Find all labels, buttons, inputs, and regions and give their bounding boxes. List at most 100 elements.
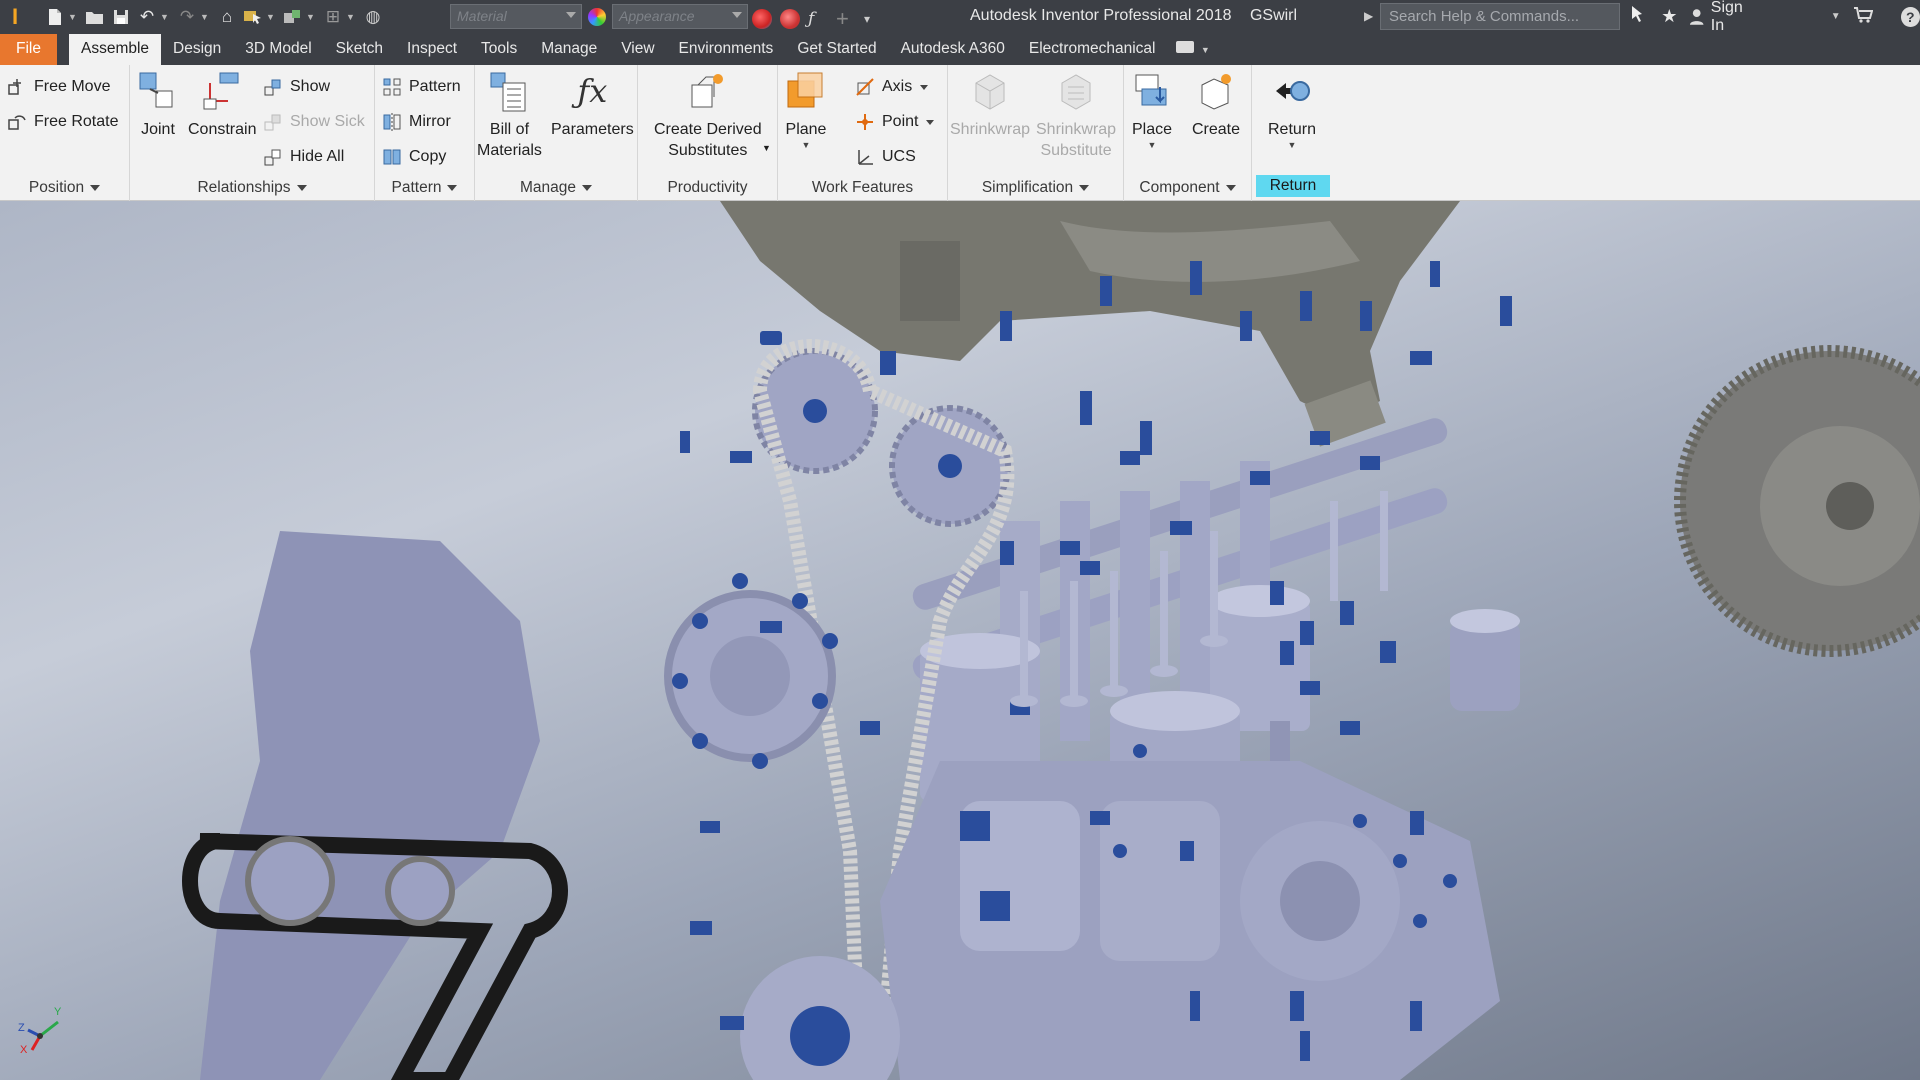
tab-sketch[interactable]: Sketch <box>324 34 395 65</box>
panel-component-label[interactable]: Component <box>1124 173 1251 201</box>
belt-pulley[interactable] <box>245 836 335 926</box>
plus-icon[interactable]: + <box>836 6 856 32</box>
hide-all-button[interactable]: Hide All <box>262 143 344 171</box>
component-panel-label: Component <box>1139 179 1220 196</box>
chevron-down-icon[interactable]: ▼ <box>762 143 771 153</box>
free-rotate-button[interactable]: Free Rotate <box>6 108 118 136</box>
clear-override-icon[interactable] <box>780 9 800 29</box>
chevron-down-icon <box>90 184 101 191</box>
show-button[interactable]: Show <box>262 73 330 101</box>
search-input[interactable]: Search Help & Commands... <box>1380 3 1620 30</box>
show-sick-button[interactable]: Show Sick <box>262 108 365 136</box>
chevron-down-icon[interactable]: ▼ <box>306 12 316 22</box>
joint-button[interactable]: Joint <box>136 69 180 140</box>
ribbon-display-toggle[interactable]: ▼ <box>1168 34 1218 65</box>
chevron-down-icon[interactable]: ▼ <box>160 12 170 22</box>
home-icon[interactable]: ⌂ <box>216 6 238 28</box>
customize-icon[interactable]: ▾ <box>864 12 880 26</box>
flywheel[interactable] <box>1674 345 1920 657</box>
chevron-down-icon[interactable]: ▼ <box>200 12 210 22</box>
axis-button[interactable]: Axis <box>854 73 929 101</box>
shrinkwrap-substitute-icon <box>1054 69 1098 113</box>
create-button[interactable]: Create <box>1192 69 1240 140</box>
engine-assembly-render[interactable] <box>0 201 1920 1080</box>
tab-file[interactable]: File <box>0 34 57 65</box>
chevron-down-icon[interactable]: ▼ <box>1831 11 1841 22</box>
bill-of-materials-button[interactable]: Bill of Materials <box>477 69 542 161</box>
constrain-button[interactable]: Constrain <box>188 69 256 140</box>
tab-tools[interactable]: Tools <box>469 34 529 65</box>
user-icon <box>1690 8 1704 25</box>
place-button[interactable]: Place ▼ <box>1130 69 1174 150</box>
material-dropdown[interactable]: Material <box>450 4 582 29</box>
place-label: Place <box>1131 121 1173 138</box>
chevron-right-icon[interactable]: ▶ <box>1364 9 1373 23</box>
hide-all-label: Hide All <box>290 148 345 165</box>
point-button[interactable]: Point <box>854 108 935 136</box>
color-override-icon[interactable] <box>752 9 772 29</box>
ribbon-tab-bar: File Assemble Design 3D Model Sketch Ins… <box>0 33 1920 65</box>
tab-electromechanical[interactable]: Electromechanical <box>1017 34 1168 65</box>
appearance-ball-icon[interactable] <box>588 8 606 26</box>
chevron-down-icon[interactable]: ▼ <box>346 12 356 22</box>
panel-position-label[interactable]: Position <box>0 173 129 201</box>
chevron-down-icon <box>920 84 929 90</box>
tab-3d-model[interactable]: 3D Model <box>233 34 323 65</box>
create-derived-substitutes-button[interactable]: Create Derived Substitutes <box>654 69 762 161</box>
appearance-dropdown[interactable]: Appearance <box>612 4 748 29</box>
redo-icon[interactable]: ↷ <box>176 6 198 28</box>
show-icon <box>262 76 284 98</box>
panel-simplification-label[interactable]: Simplification <box>948 173 1123 201</box>
app-title: Autodesk Inventor Professional 2018 <box>970 7 1232 24</box>
update-icon[interactable]: ⊞ <box>322 6 344 28</box>
parameters-button[interactable]: ƒx Parameters <box>551 69 634 140</box>
plane-button[interactable]: Plane ▼ <box>784 69 828 150</box>
open-icon[interactable] <box>84 6 106 28</box>
axis-icon <box>854 76 876 98</box>
tab-environments[interactable]: Environments <box>667 34 786 65</box>
tab-design[interactable]: Design <box>161 34 233 65</box>
tab-inspect[interactable]: Inspect <box>395 34 469 65</box>
chevron-down-icon: ▼ <box>1147 140 1157 150</box>
tab-get-started[interactable]: Get Started <box>785 34 888 65</box>
pro-logo-icon[interactable]: I <box>0 0 30 33</box>
pattern-button[interactable]: Pattern <box>381 73 461 101</box>
panel-manage-label[interactable]: Manage <box>475 173 637 201</box>
shrinkwrap-substitute-button[interactable]: Shrinkwrap Substitute <box>1036 69 1116 161</box>
save-icon[interactable] <box>110 6 132 28</box>
crank-pulley[interactable] <box>664 590 900 1080</box>
chevron-down-icon[interactable]: ▼ <box>68 12 78 22</box>
panel-pattern: Pattern Mirror Copy Pattern <box>375 65 475 201</box>
undo-icon[interactable]: ↶ <box>136 6 158 28</box>
help-icon[interactable]: ? <box>1900 6 1920 27</box>
globe-icon[interactable]: ◍ <box>362 6 384 28</box>
measure-icon[interactable] <box>282 6 304 28</box>
view-triad[interactable]: Y Z X <box>18 1006 68 1056</box>
new-file-icon[interactable] <box>44 6 66 28</box>
select-icon[interactable] <box>242 6 264 28</box>
tab-assemble[interactable]: Assemble <box>68 34 162 65</box>
shrinkwrap-button[interactable]: Shrinkwrap <box>950 69 1030 140</box>
cart-icon[interactable] <box>1853 6 1873 28</box>
free-move-button[interactable]: Free Move <box>6 73 110 101</box>
return-button[interactable]: Return ▼ <box>1268 69 1316 150</box>
panel-relationships-label[interactable]: Relationships <box>130 173 374 201</box>
star-icon[interactable]: ★ <box>1661 6 1677 27</box>
tab-manage[interactable]: Manage <box>529 34 609 65</box>
mirror-button[interactable]: Mirror <box>381 108 451 136</box>
chevron-down-icon[interactable]: ▼ <box>266 12 276 22</box>
sign-icon[interactable] <box>1628 4 1649 29</box>
panel-position: Free Move Free Rotate Position <box>0 65 130 201</box>
function-icon[interactable]: ƒ <box>808 9 828 29</box>
sign-in-button[interactable]: Sign In <box>1689 0 1758 35</box>
create-label: Create <box>1192 121 1241 138</box>
panel-pattern-label[interactable]: Pattern <box>375 173 474 201</box>
tab-autodesk-a360[interactable]: Autodesk A360 <box>889 34 1017 65</box>
ucs-button[interactable]: UCS <box>854 143 916 171</box>
panel-work-features: Plane ▼ Axis Point UCS Work Features <box>778 65 948 201</box>
graphics-viewport[interactable]: Y Z X <box>0 201 1920 1080</box>
belt-idler[interactable] <box>385 856 455 926</box>
bom-label-line1: Bill of <box>489 121 530 138</box>
tab-view[interactable]: View <box>609 34 666 65</box>
copy-button[interactable]: Copy <box>381 143 446 171</box>
